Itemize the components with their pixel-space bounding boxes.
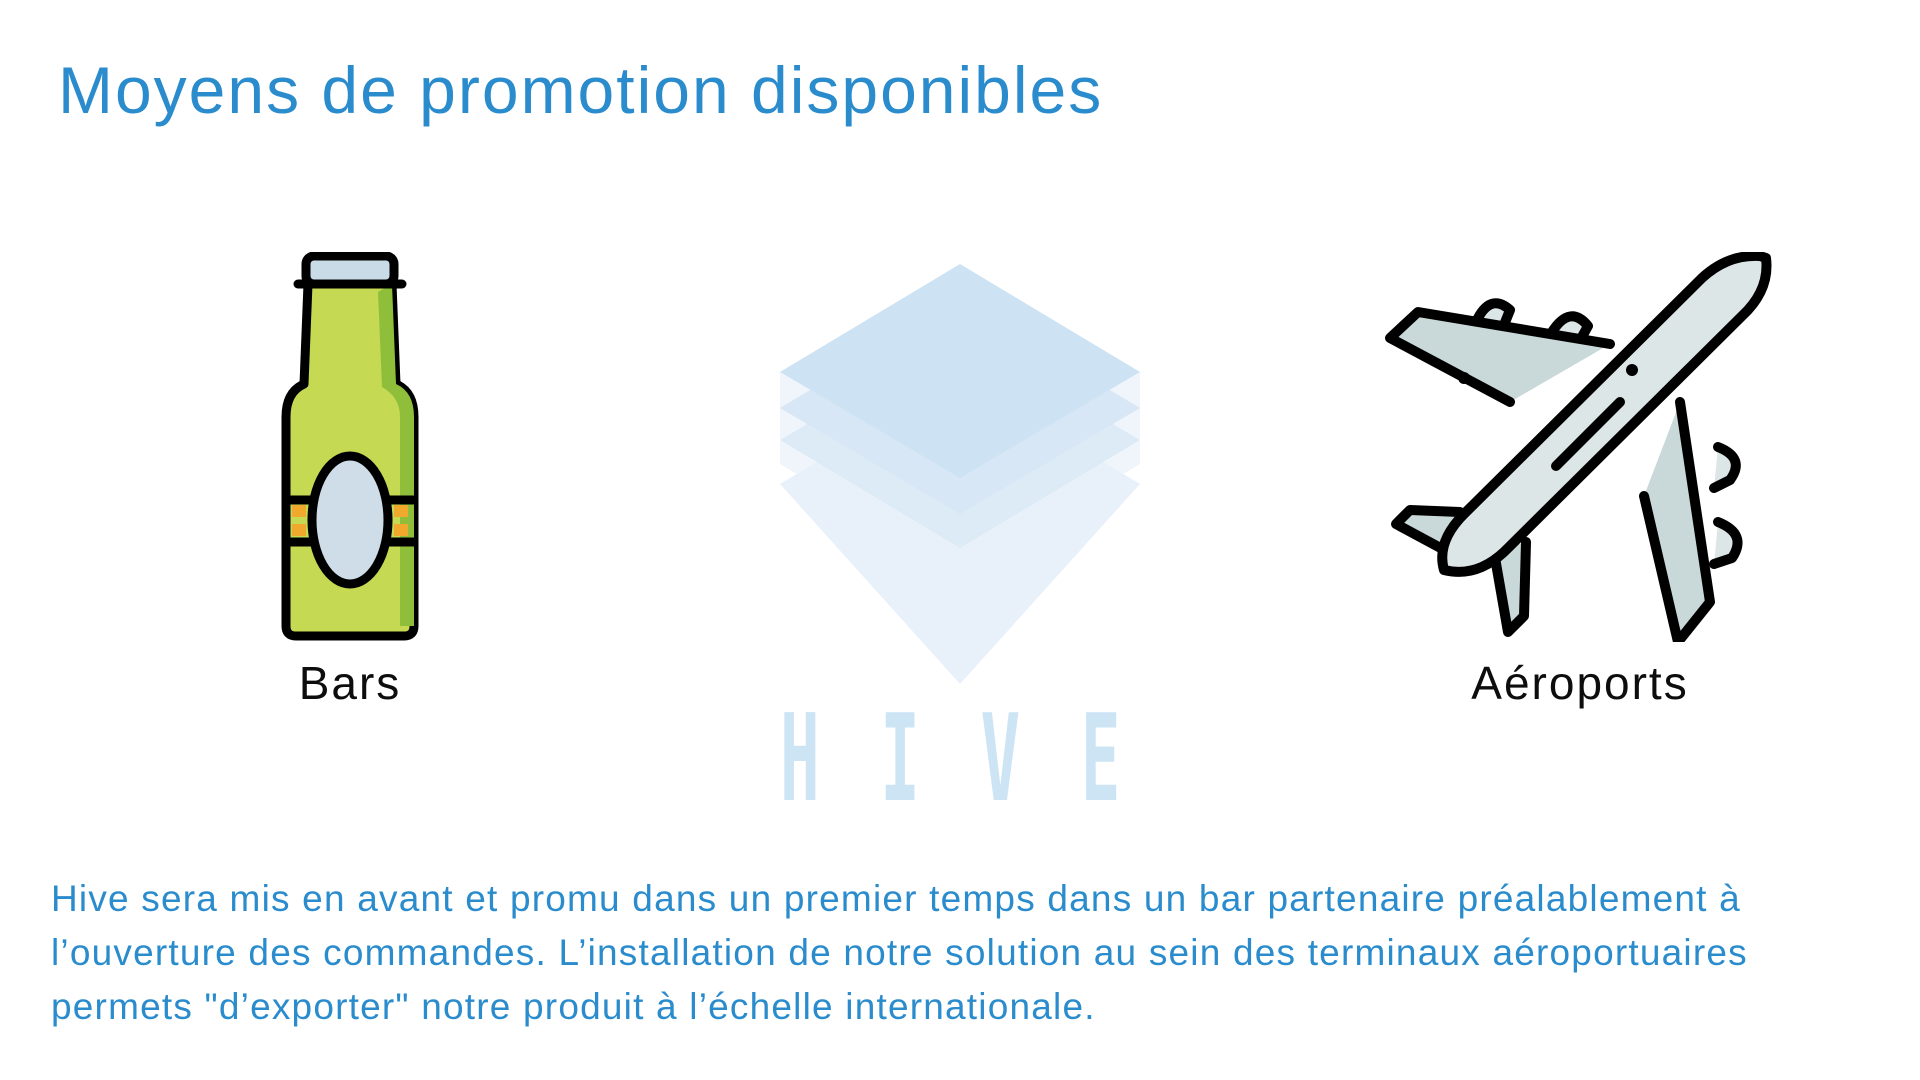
beer-bottle-icon: [281, 252, 419, 641]
bars-label: Bars: [298, 657, 402, 709]
page-title: Moyens de promotion disponibles: [58, 53, 1104, 127]
hive-logo-letters: HIVE: [780, 690, 1181, 829]
airports-label: Aéroports: [1471, 657, 1689, 709]
promo-item-bars: Bars: [230, 252, 470, 710]
description-text: Hive sera mis en avant et promu dans un …: [51, 878, 1748, 1027]
airplane-icon: [1385, 252, 1772, 642]
hive-logo-text: HIVE: [780, 700, 1140, 820]
hive-logo-icon: [780, 264, 1140, 684]
promo-item-airports: Aéroports: [1370, 252, 1790, 710]
